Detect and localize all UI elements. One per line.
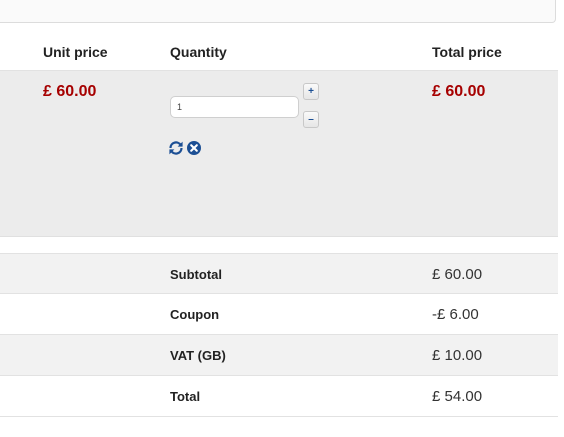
total-price-header: Total price xyxy=(432,44,502,60)
subtotal-label: Subtotal xyxy=(170,267,222,282)
vat-label: VAT (GB) xyxy=(170,348,226,363)
quantity-header: Quantity xyxy=(170,44,227,60)
refresh-icon[interactable] xyxy=(168,140,184,156)
total-value: £ 54.00 xyxy=(432,388,483,405)
subtotal-row: Subtotal £ 60.00 xyxy=(0,253,558,294)
vat-value: £ 10.00 xyxy=(432,347,483,364)
coupon-value: -£ 6.00 xyxy=(432,306,479,323)
subtotal-value: £ 60.00 xyxy=(432,266,483,283)
coupon-row: Coupon -£ 6.00 xyxy=(0,294,558,335)
coupon-label: Coupon xyxy=(170,307,220,322)
unit-price-value: £ 60.00 xyxy=(43,83,97,100)
total-label: Total xyxy=(170,389,201,404)
quantity-input[interactable] xyxy=(170,96,299,118)
total-row: Total £ 54.00 xyxy=(0,376,558,417)
quantity-decrease-button[interactable]: – xyxy=(303,111,319,128)
vat-row: VAT (GB) £ 10.00 xyxy=(0,335,558,376)
unit-price-header: Unit price xyxy=(43,44,108,60)
top-panel xyxy=(0,0,556,23)
quantity-increase-button[interactable]: + xyxy=(303,83,319,100)
remove-circle-icon[interactable] xyxy=(186,140,202,156)
total-price-value: £ 60.00 xyxy=(432,83,486,100)
